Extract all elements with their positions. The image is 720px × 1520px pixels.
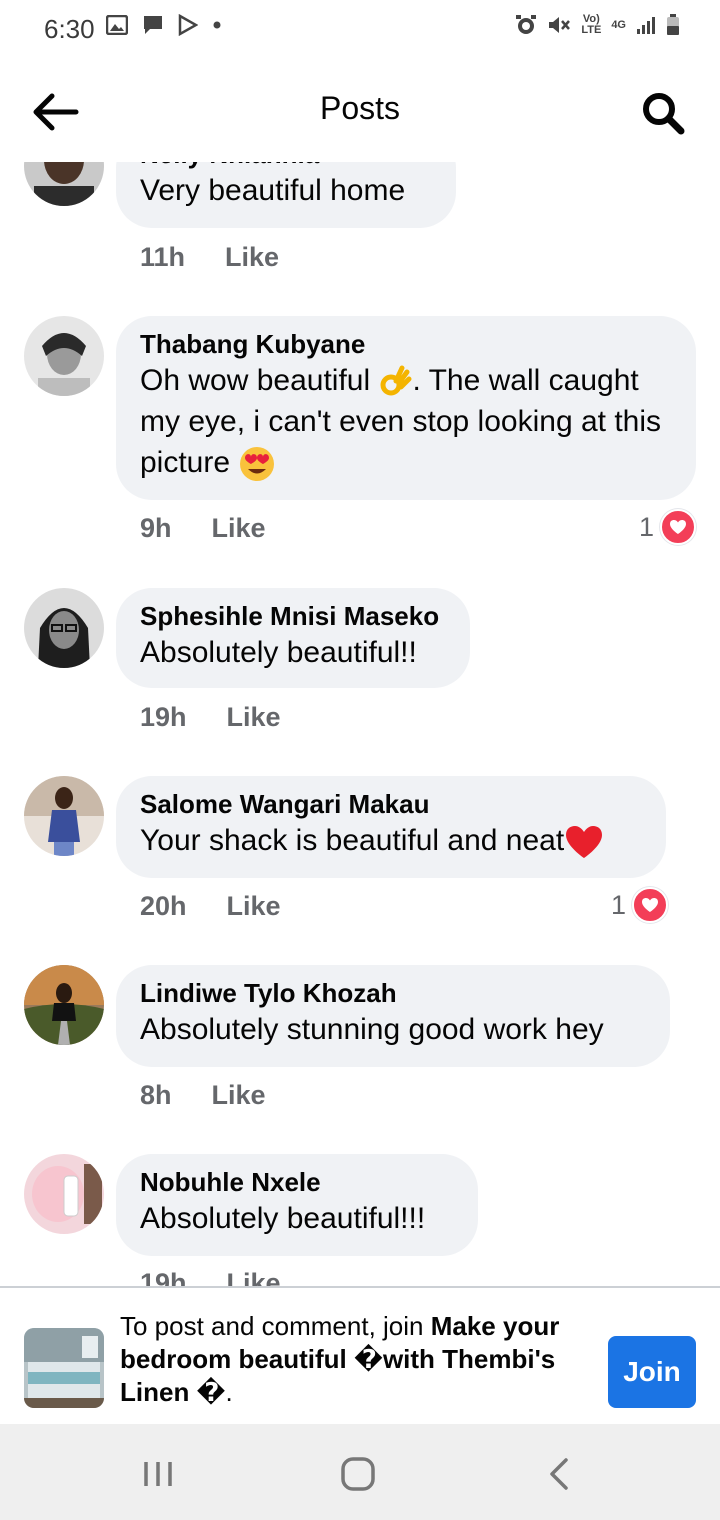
signal-icon — [637, 17, 655, 34]
comment-bubble: Thabang Kubyane Oh wow beautiful . The w… — [116, 316, 696, 500]
comment-meta: 20h Like — [140, 891, 281, 922]
like-button[interactable]: Like — [227, 1268, 281, 1286]
status-system-icons: Vo) LTE 4G — [515, 14, 680, 36]
like-button[interactable]: Like — [225, 242, 279, 273]
like-button[interactable]: Like — [227, 891, 281, 922]
comment-time[interactable]: 9h — [140, 513, 172, 544]
comment-bubble: Nelly Nhlanhla Very beautiful home — [116, 162, 456, 228]
app-bar: Posts — [0, 62, 720, 162]
comment-time[interactable]: 19h — [140, 702, 187, 733]
red-heart-emoji — [566, 826, 603, 859]
ok-hand-emoji — [380, 365, 412, 396]
dot-icon — [213, 21, 221, 29]
comment-text: Absolutely stunning good work hey — [140, 1013, 604, 1046]
comment-time[interactable]: 11h — [140, 242, 185, 273]
comment-text: Absolutely beautiful!!! — [140, 1202, 426, 1235]
heart-reaction-icon — [632, 887, 668, 923]
commenter-name[interactable]: Sphesihle Mnisi Maseko — [140, 600, 446, 632]
avatar[interactable] — [24, 162, 104, 206]
like-button[interactable]: Like — [227, 702, 281, 733]
comment-time[interactable]: 20h — [140, 891, 187, 922]
status-notification-icons — [106, 14, 222, 36]
comment-bubble: Nobuhle Nxele Absolutely beautiful!!! — [116, 1154, 478, 1256]
system-nav-bar — [0, 1424, 720, 1520]
comment-bubble: Sphesihle Mnisi Maseko Absolutely beauti… — [116, 588, 470, 688]
status-bar: 6:30 Vo) LTE 4G — [0, 0, 720, 62]
commenter-name[interactable]: Nelly Nhlanhla — [140, 162, 432, 170]
avatar[interactable] — [24, 588, 104, 668]
avatar[interactable] — [24, 1154, 104, 1234]
heart-reaction-icon — [660, 509, 696, 545]
recent-apps-icon[interactable] — [138, 1454, 178, 1494]
commenter-name[interactable]: Salome Wangari Makau — [140, 788, 642, 820]
comment-meta: 11h Like — [140, 242, 279, 273]
reaction-count[interactable]: 1 — [639, 509, 696, 545]
comment-meta: 19h Like — [140, 702, 281, 733]
join-prompt-text: To post and comment, join Make your bedr… — [120, 1311, 560, 1407]
home-icon[interactable] — [338, 1454, 378, 1494]
mute-icon — [549, 17, 571, 33]
comment-meta: 9h Like — [140, 513, 266, 544]
volte-icon: Vo) LTE — [581, 13, 602, 36]
like-button[interactable]: Like — [212, 513, 266, 544]
comment-time[interactable]: 19h — [140, 1268, 187, 1286]
play-store-icon — [178, 14, 198, 36]
avatar[interactable] — [24, 316, 104, 396]
comment-text: Absolutely beautiful!! — [140, 636, 417, 669]
comment-meta: 19h Like — [140, 1268, 281, 1286]
comment-bubble: Lindiwe Tylo Khozah Absolutely stunning … — [116, 965, 670, 1067]
network-type-icon: 4G — [611, 18, 626, 31]
join-group-bar: To post and comment, join Make your bedr… — [0, 1286, 720, 1426]
search-icon[interactable] — [640, 90, 686, 136]
join-button[interactable]: Join — [608, 1336, 696, 1408]
message-icon — [144, 16, 162, 34]
battery-icon — [667, 14, 679, 35]
avatar[interactable] — [24, 965, 104, 1045]
alarm-icon — [516, 15, 537, 34]
back-nav-icon[interactable] — [540, 1454, 580, 1494]
comments-list: Nelly Nhlanhla Very beautiful home 11h L… — [0, 162, 720, 1286]
comment-time[interactable]: 8h — [140, 1080, 172, 1111]
like-button[interactable]: Like — [212, 1080, 266, 1111]
comment-text: Oh wow beautiful . The wall caught my ey… — [140, 360, 672, 483]
commenter-name[interactable]: Nobuhle Nxele — [140, 1166, 454, 1198]
commenter-name[interactable]: Lindiwe Tylo Khozah — [140, 977, 646, 1009]
heart-eyes-emoji — [240, 447, 275, 482]
commenter-name[interactable]: Thabang Kubyane — [140, 328, 672, 360]
reaction-count[interactable]: 1 — [611, 887, 668, 923]
comment-bubble: Salome Wangari Makau Your shack is beaut… — [116, 776, 666, 878]
comment-meta: 8h Like — [140, 1080, 266, 1111]
gallery-icon — [106, 15, 128, 35]
avatar[interactable] — [24, 776, 104, 856]
comment-text: Your shack is beautiful and neat — [140, 820, 642, 861]
status-time: 6:30 — [44, 14, 95, 44]
comment-text: Very beautiful home — [140, 174, 406, 207]
page-title: Posts — [319, 90, 401, 126]
group-thumbnail[interactable] — [24, 1328, 104, 1408]
